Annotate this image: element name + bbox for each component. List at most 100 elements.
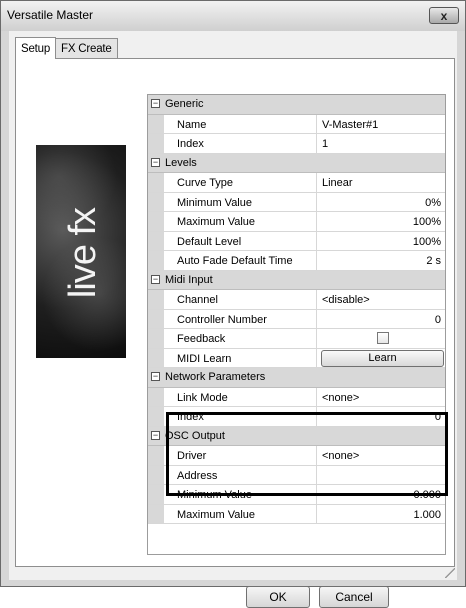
- category-label: Generic: [165, 98, 204, 110]
- property-row-controller-number[interactable]: Controller Number 0: [148, 309, 445, 329]
- property-name: Name: [164, 114, 317, 133]
- category-osc-output[interactable]: − OSC Output: [148, 426, 445, 446]
- property-name: Channel: [164, 290, 317, 309]
- collapse-icon[interactable]: −: [151, 99, 160, 108]
- property-value-index[interactable]: 1: [317, 134, 445, 153]
- property-row-index[interactable]: Index 1: [148, 134, 445, 154]
- property-name: Feedback: [164, 329, 317, 348]
- row-gutter: [148, 173, 164, 192]
- property-row-driver[interactable]: Driver <none>: [148, 446, 445, 466]
- collapse-icon[interactable]: −: [151, 430, 160, 440]
- property-name: Minimum Value: [164, 485, 317, 504]
- row-gutter: [148, 407, 164, 426]
- category-generic[interactable]: − Generic: [148, 95, 445, 115]
- property-row-midi-learn[interactable]: MIDI Learn Learn: [148, 348, 445, 368]
- property-name: Maximum Value: [164, 504, 317, 523]
- property-name: Maximum Value: [164, 212, 317, 231]
- learn-button[interactable]: Learn: [321, 349, 444, 367]
- row-gutter: [148, 387, 164, 406]
- property-value-osc-minimum-value[interactable]: 0.000: [317, 485, 445, 504]
- property-row-osc-minimum-value[interactable]: Minimum Value 0.000: [148, 485, 445, 505]
- window-title: Versatile Master: [7, 8, 94, 22]
- row-gutter: [148, 134, 164, 153]
- property-value-auto-fade-default-time[interactable]: 2 s: [317, 251, 445, 270]
- category-midi-input[interactable]: − Midi Input: [148, 270, 445, 290]
- property-row-channel[interactable]: Channel <disable>: [148, 290, 445, 310]
- property-name: Address: [164, 465, 317, 484]
- feedback-checkbox[interactable]: [377, 332, 389, 344]
- property-value-name[interactable]: V-Master#1: [317, 115, 445, 134]
- property-value-channel[interactable]: <disable>: [317, 290, 445, 309]
- property-value-network-index[interactable]: 0: [317, 407, 445, 426]
- close-icon: x: [440, 8, 448, 23]
- property-name: Curve Type: [164, 173, 317, 192]
- property-row-name[interactable]: Name V-Master#1: [148, 114, 445, 134]
- category-network-parameters[interactable]: − Network Parameters: [148, 368, 445, 388]
- setup-panel: live fx − Generic Name V-Master#1 Index …: [15, 58, 455, 567]
- property-row-default-level[interactable]: Default Level 100%: [148, 231, 445, 251]
- row-gutter: [148, 251, 164, 270]
- category-levels[interactable]: − Levels: [148, 153, 445, 173]
- property-row-osc-maximum-value[interactable]: Maximum Value 1.000: [148, 504, 445, 524]
- resize-grip-icon[interactable]: [445, 568, 455, 578]
- tab-setup[interactable]: Setup: [15, 37, 57, 59]
- row-gutter: [148, 114, 164, 133]
- property-name: Default Level: [164, 231, 317, 250]
- property-value-driver[interactable]: <none>: [317, 446, 445, 465]
- row-gutter: [148, 348, 164, 367]
- category-label: Midi Input: [165, 273, 213, 286]
- category-label: Network Parameters: [165, 371, 266, 383]
- property-row-minimum-value[interactable]: Minimum Value 0%: [148, 192, 445, 212]
- property-value-feedback: [317, 329, 445, 348]
- property-value-maximum-value[interactable]: 100%: [317, 212, 445, 231]
- collapse-icon[interactable]: −: [151, 274, 160, 284]
- row-gutter: [148, 485, 164, 504]
- property-name: Driver: [164, 446, 317, 465]
- property-value-address[interactable]: [317, 466, 445, 485]
- live-fx-logo: live fx: [36, 145, 126, 358]
- row-gutter: [148, 231, 164, 250]
- property-value-minimum-value[interactable]: 0%: [317, 193, 445, 212]
- title-bar[interactable]: Versatile Master x: [1, 1, 465, 31]
- property-name: Index: [164, 134, 317, 153]
- property-row-network-index[interactable]: Index 0: [148, 407, 445, 427]
- row-gutter: [148, 212, 164, 231]
- property-name: MIDI Learn: [164, 348, 317, 367]
- property-value-link-mode[interactable]: <none>: [317, 388, 445, 407]
- property-value-midi-learn: Learn: [317, 349, 445, 368]
- dialog-client: Setup FX Create live fx − Generic Name V…: [9, 31, 457, 608]
- property-grid: − Generic Name V-Master#1 Index 1 − Leve…: [147, 94, 446, 555]
- property-row-feedback[interactable]: Feedback: [148, 329, 445, 349]
- property-value-osc-maximum-value[interactable]: 1.000: [317, 505, 445, 524]
- logo-text: live fx: [62, 207, 104, 299]
- row-gutter: [148, 329, 164, 348]
- row-gutter: [148, 465, 164, 484]
- close-button[interactable]: x: [429, 7, 459, 24]
- tab-fx-create[interactable]: FX Create: [55, 38, 118, 58]
- row-gutter: [148, 290, 164, 309]
- collapse-icon[interactable]: −: [151, 372, 160, 381]
- row-gutter: [148, 446, 164, 465]
- category-label: OSC Output: [165, 429, 225, 442]
- property-row-auto-fade-default-time[interactable]: Auto Fade Default Time 2 s: [148, 251, 445, 271]
- property-name: Controller Number: [164, 309, 317, 328]
- property-row-maximum-value[interactable]: Maximum Value 100%: [148, 212, 445, 232]
- property-name: Index: [164, 407, 317, 426]
- property-row-curve-type[interactable]: Curve Type Linear: [148, 173, 445, 193]
- row-gutter: [148, 192, 164, 211]
- property-name: Auto Fade Default Time: [164, 251, 317, 270]
- property-name: Link Mode: [164, 387, 317, 406]
- property-value-controller-number[interactable]: 0: [317, 310, 445, 329]
- property-value-curve-type[interactable]: Linear: [317, 173, 445, 192]
- collapse-icon[interactable]: −: [151, 157, 160, 167]
- row-gutter: [148, 504, 164, 523]
- property-name: Minimum Value: [164, 192, 317, 211]
- cancel-button[interactable]: Cancel: [319, 586, 389, 608]
- property-value-default-level[interactable]: 100%: [317, 232, 445, 251]
- category-label: Levels: [165, 156, 197, 169]
- row-gutter: [148, 309, 164, 328]
- property-row-link-mode[interactable]: Link Mode <none>: [148, 387, 445, 407]
- dialog-window: Versatile Master x Setup FX Create live …: [0, 0, 466, 608]
- ok-button[interactable]: OK: [246, 586, 310, 608]
- property-row-address[interactable]: Address: [148, 465, 445, 485]
